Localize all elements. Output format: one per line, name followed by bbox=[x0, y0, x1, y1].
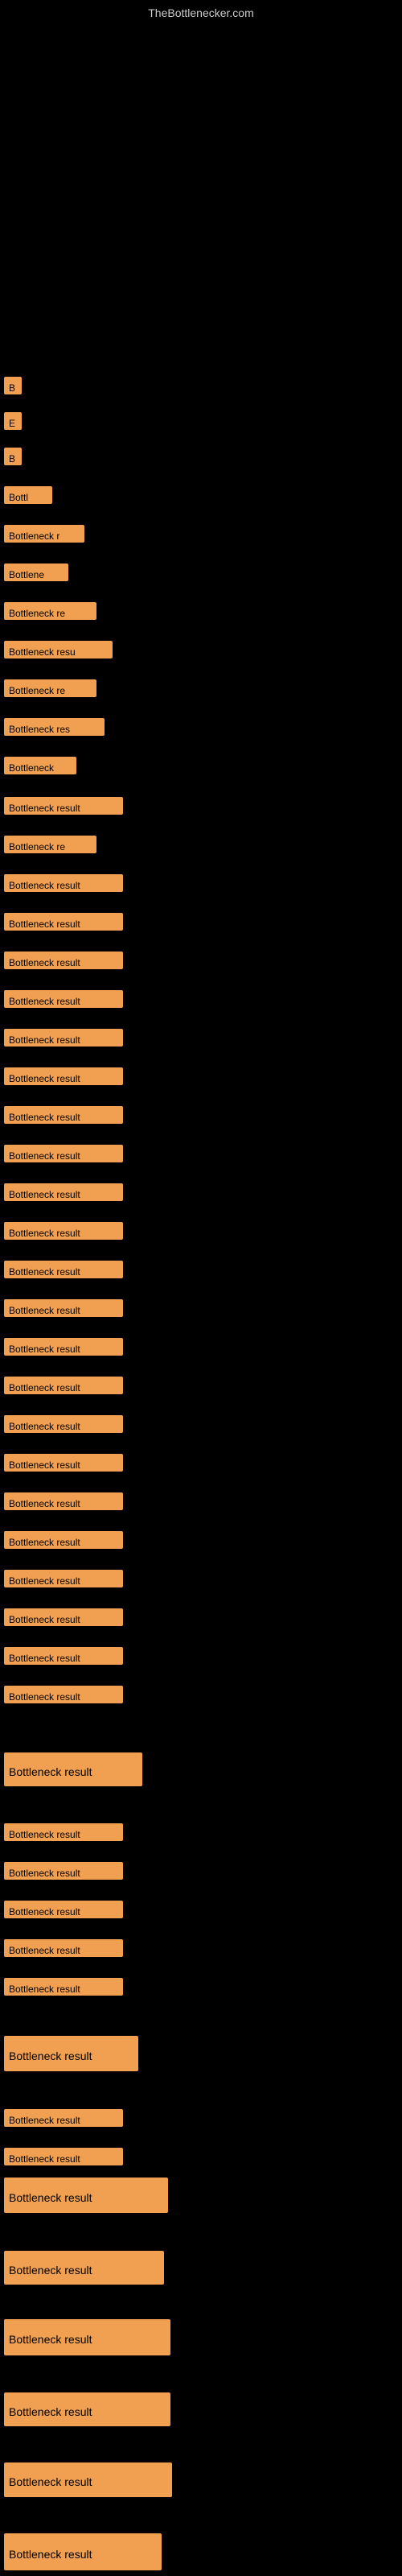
bottleneck-result-item[interactable]: Bottleneck result bbox=[4, 2462, 172, 2497]
bottleneck-result-item[interactable]: Bottleneck re bbox=[4, 836, 96, 853]
bottleneck-result-item[interactable]: Bottleneck result bbox=[4, 2533, 162, 2570]
bottleneck-result-item[interactable]: Bottleneck result bbox=[4, 1492, 123, 1510]
bottleneck-result-item[interactable]: Bottleneck result bbox=[4, 1939, 123, 1957]
bottleneck-result-item[interactable]: Bottleneck result bbox=[4, 1752, 142, 1786]
bottleneck-result-item[interactable]: Bottleneck result bbox=[4, 1978, 123, 1996]
bottleneck-result-item[interactable]: Bottleneck result bbox=[4, 1415, 123, 1433]
bottleneck-result-item[interactable]: B bbox=[4, 377, 22, 394]
bottleneck-result-item[interactable]: Bottleneck result bbox=[4, 1261, 123, 1278]
bottleneck-result-item[interactable]: Bottleneck result bbox=[4, 2251, 164, 2285]
bottleneck-result-item[interactable]: B bbox=[4, 448, 22, 465]
bottleneck-result-item[interactable]: Bottleneck result bbox=[4, 1647, 123, 1665]
bottleneck-result-item[interactable]: Bottleneck result bbox=[4, 1823, 123, 1841]
bottleneck-result-item[interactable]: Bottleneck result bbox=[4, 1901, 123, 1918]
bottleneck-result-item[interactable]: Bottleneck result bbox=[4, 1183, 123, 1201]
bottleneck-result-item[interactable]: Bottleneck result bbox=[4, 1106, 123, 1124]
bottleneck-result-item[interactable]: Bottleneck result bbox=[4, 2109, 123, 2127]
bottleneck-result-item[interactable]: Bottlene bbox=[4, 564, 68, 581]
bottleneck-result-item[interactable]: Bottleneck re bbox=[4, 602, 96, 620]
bottleneck-result-item[interactable]: Bottleneck result bbox=[4, 913, 123, 931]
bottleneck-result-item[interactable]: E bbox=[4, 412, 22, 430]
bottleneck-result-item[interactable]: Bottleneck result bbox=[4, 1338, 123, 1356]
bottleneck-result-item[interactable]: Bottleneck result bbox=[4, 1862, 123, 1880]
bottleneck-result-item[interactable]: Bottleneck result bbox=[4, 1686, 123, 1703]
bottleneck-result-item[interactable]: Bottleneck result bbox=[4, 1531, 123, 1549]
site-title: TheBottlenecker.com bbox=[148, 6, 254, 19]
bottleneck-result-item[interactable]: Bottleneck bbox=[4, 757, 76, 774]
bottleneck-result-item[interactable]: Bottleneck result bbox=[4, 1377, 123, 1394]
bottleneck-result-item[interactable]: Bottleneck resu bbox=[4, 641, 113, 658]
bottleneck-result-item[interactable]: Bottleneck result bbox=[4, 2036, 138, 2071]
bottleneck-result-item[interactable]: Bottleneck result bbox=[4, 797, 123, 815]
bottleneck-result-item[interactable]: Bottleneck result bbox=[4, 990, 123, 1008]
bottleneck-result-item[interactable]: Bottleneck result bbox=[4, 1029, 123, 1046]
bottleneck-result-item[interactable]: Bottleneck result bbox=[4, 1145, 123, 1162]
bottleneck-result-item[interactable]: Bottleneck result bbox=[4, 2319, 170, 2355]
bottleneck-result-item[interactable]: Bottl bbox=[4, 486, 52, 504]
bottleneck-result-item[interactable]: Bottleneck result bbox=[4, 1299, 123, 1317]
bottleneck-result-item[interactable]: Bottleneck re bbox=[4, 679, 96, 697]
bottleneck-result-item[interactable]: Bottleneck result bbox=[4, 874, 123, 892]
bottleneck-result-item[interactable]: Bottleneck result bbox=[4, 952, 123, 969]
bottleneck-result-item[interactable]: Bottleneck result bbox=[4, 1570, 123, 1587]
bottleneck-result-item[interactable]: Bottleneck r bbox=[4, 525, 84, 543]
bottleneck-result-item[interactable]: Bottleneck res bbox=[4, 718, 105, 736]
bottleneck-result-item[interactable]: Bottleneck result bbox=[4, 2178, 168, 2213]
bottleneck-result-item[interactable]: Bottleneck result bbox=[4, 1608, 123, 1626]
bottleneck-result-item[interactable]: Bottleneck result bbox=[4, 1067, 123, 1085]
bottleneck-result-item[interactable]: Bottleneck result bbox=[4, 1222, 123, 1240]
bottleneck-result-item[interactable]: Bottleneck result bbox=[4, 2148, 123, 2165]
bottleneck-result-item[interactable]: Bottleneck result bbox=[4, 2392, 170, 2426]
bottleneck-result-item[interactable]: Bottleneck result bbox=[4, 1454, 123, 1472]
